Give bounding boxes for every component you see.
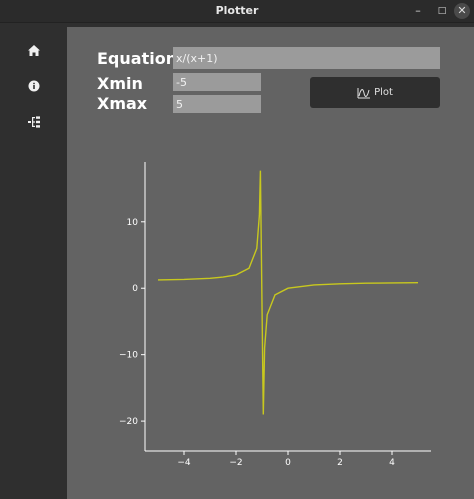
window-title: Plotter (215, 4, 259, 17)
y-tick-label: −20 (119, 417, 138, 427)
x-tick-label: −2 (229, 458, 242, 468)
function-curve (157, 170, 419, 415)
y-tick-label: 0 (132, 284, 138, 294)
y-tick-label: 10 (127, 218, 139, 228)
sidebar-item-tree[interactable] (18, 108, 50, 136)
main-panel: Equation Xmin Xmax Plot −4−2024−20−10010 (67, 27, 474, 499)
x-tick-label: 4 (389, 458, 395, 468)
function-chart: −4 −2 0 2 4−20−10010 (119, 162, 431, 468)
window-titlebar: Plotter – □ ✕ (0, 0, 474, 23)
x-tick-label: 0 (285, 458, 291, 468)
tree-icon (28, 116, 40, 128)
close-button[interactable]: ✕ (454, 3, 470, 19)
minimize-button[interactable]: – (410, 3, 426, 19)
x-tick-label: −4 (177, 458, 191, 468)
home-icon (28, 44, 40, 56)
x-tick-label: 2 (337, 458, 343, 468)
sidebar-item-info[interactable] (18, 72, 50, 100)
sidebar-item-home[interactable] (18, 36, 50, 64)
maximize-button[interactable]: □ (434, 3, 450, 19)
y-tick-label: −10 (119, 351, 138, 361)
sidebar (0, 23, 67, 499)
info-icon (28, 80, 40, 92)
